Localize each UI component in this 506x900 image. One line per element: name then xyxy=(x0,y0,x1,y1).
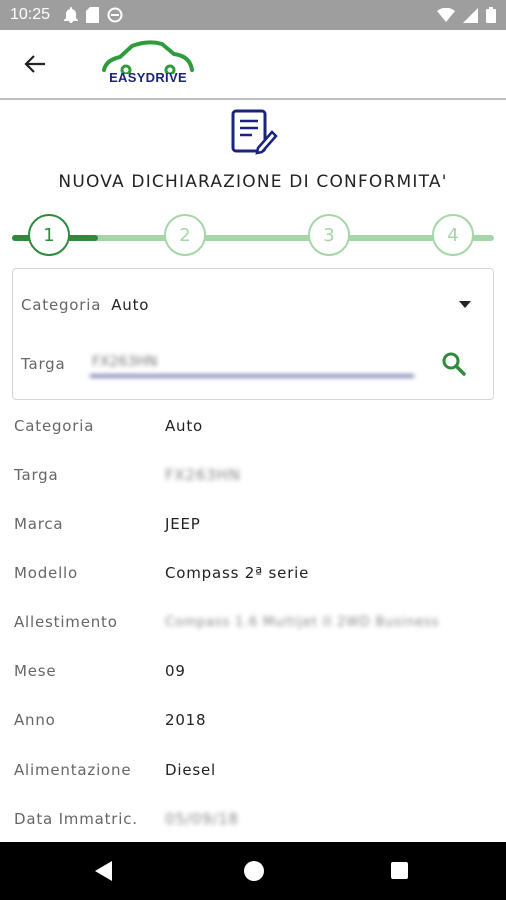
detail-label: Data Immatric. xyxy=(14,810,138,828)
detail-label: Modello xyxy=(14,564,78,582)
categoria-label: Categoria xyxy=(21,296,102,314)
detail-value: Compass 2ª serie xyxy=(165,564,310,582)
car-outline-icon xyxy=(102,40,194,74)
wifi-icon xyxy=(437,8,455,22)
detail-label: Categoria xyxy=(14,417,95,435)
search-card: Categoria Auto Targa xyxy=(12,268,494,400)
detail-label: Mese xyxy=(14,662,57,680)
detail-value: Auto xyxy=(165,417,204,435)
nav-recents-icon[interactable] xyxy=(391,862,408,879)
step-4[interactable]: 4 xyxy=(432,214,474,256)
categoria-value: Auto xyxy=(111,296,150,314)
detail-label: Targa xyxy=(14,466,59,484)
categoria-dropdown[interactable]: Categoria Auto xyxy=(21,293,483,317)
arrow-left-icon xyxy=(24,55,45,73)
detail-value: 05/09/18 xyxy=(165,810,239,828)
step-1[interactable]: 1 xyxy=(28,214,70,256)
do-not-disturb-icon xyxy=(107,7,123,23)
signal-icon xyxy=(463,7,478,23)
back-button[interactable] xyxy=(18,47,52,81)
battery-icon xyxy=(486,7,496,23)
page-title: NUOVA DICHIARAZIONE DI CONFORMITA' xyxy=(58,172,448,192)
step-3[interactable]: 3 xyxy=(308,214,350,256)
detail-value: Diesel xyxy=(165,761,216,779)
detail-label: Alimentazione xyxy=(14,761,132,779)
dropdown-arrow-icon xyxy=(459,301,471,308)
document-edit-icon xyxy=(231,109,278,155)
step-2[interactable]: 2 xyxy=(164,214,206,256)
detail-label: Anno xyxy=(14,711,56,729)
system-nav-bar xyxy=(0,842,506,900)
sd-card-icon xyxy=(86,7,100,23)
easydrive-logo: EASYDRIVE xyxy=(98,40,198,90)
stepper: 1 2 3 4 xyxy=(0,210,506,266)
detail-value: FX263HN xyxy=(165,466,241,484)
logo-text: EASYDRIVE xyxy=(109,70,187,85)
status-left-icons xyxy=(64,7,123,23)
targa-input[interactable] xyxy=(90,349,414,377)
detail-label: Marca xyxy=(14,515,64,533)
search-button[interactable] xyxy=(441,351,467,377)
app-bar: EASYDRIVE xyxy=(0,30,506,100)
notification-bell-icon xyxy=(64,7,79,23)
detail-label: Allestimento xyxy=(14,613,118,631)
status-right-icons xyxy=(437,7,496,23)
nav-back-icon[interactable] xyxy=(95,861,112,881)
status-time: 10:25 xyxy=(10,6,51,23)
detail-value: JEEP xyxy=(165,515,201,533)
detail-value: 09 xyxy=(165,662,186,680)
detail-value: Compass 1.6 Multijet II 2WD Business xyxy=(165,614,440,630)
magnifier-icon xyxy=(442,352,466,376)
nav-home-icon[interactable] xyxy=(244,861,264,881)
detail-value: 2018 xyxy=(165,711,207,729)
status-bar: 10:25 xyxy=(0,0,506,30)
targa-label: Targa xyxy=(21,355,66,373)
